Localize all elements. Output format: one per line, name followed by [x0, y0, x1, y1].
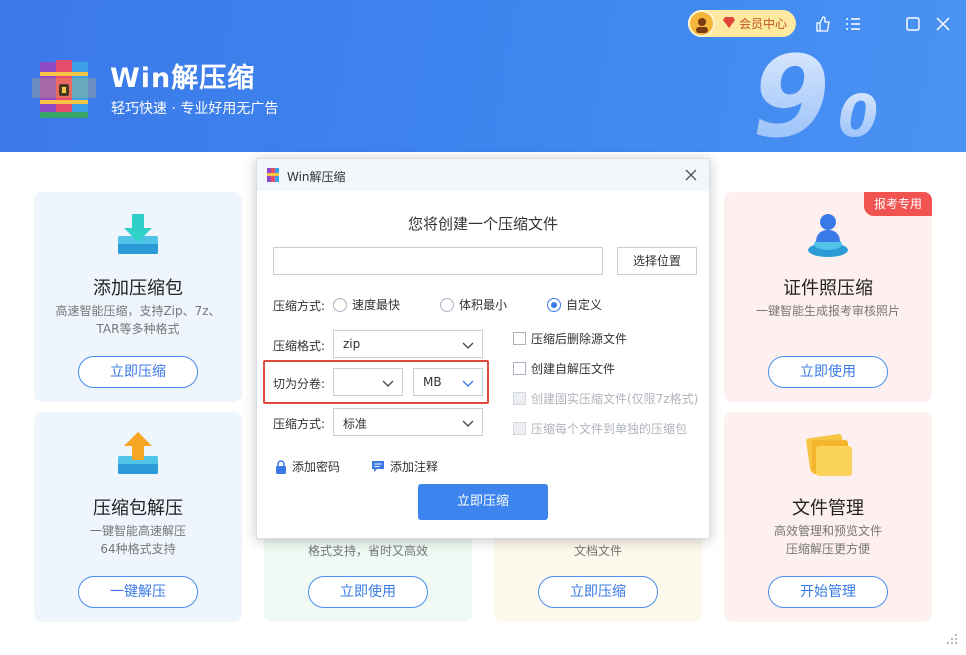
radio-dot	[333, 297, 347, 312]
checkbox-label: 创建固实压缩文件(仅限7z格式)	[531, 392, 699, 406]
compress-now-button[interactable]: 立即压缩	[78, 356, 198, 388]
card-title: 压缩包解压	[93, 498, 183, 519]
choose-location-button[interactable]: 选择位置	[617, 247, 697, 275]
comment-icon	[372, 461, 384, 472]
dialog-titlebar[interactable]: Win解压缩	[257, 159, 709, 191]
avatar	[688, 10, 715, 37]
card-add-archive: 添加压缩包 高速智能压缩，支持Zip、7z、TAR等多种格式 立即压缩	[34, 192, 242, 402]
self-extract-checkbox[interactable]: 创建自解压文件	[513, 360, 615, 377]
split-label: 切为分卷:	[273, 377, 326, 391]
app-name: Win解压缩	[110, 63, 256, 94]
close-icon[interactable]	[933, 14, 953, 34]
card-extract: 压缩包解压 一键智能高速解压 64种格式支持 一键解压	[34, 412, 242, 622]
dialog-title: Win解压缩	[287, 170, 346, 184]
exam-badge: 报考专用	[864, 192, 932, 216]
radio-smallest[interactable]: 体积最小	[440, 296, 507, 313]
card-desc: 高效管理和预览文件 压缩解压更方便	[773, 524, 882, 556]
add-comment-label: 添加注释	[390, 460, 439, 474]
vip-center-button[interactable]: 会员中心	[688, 10, 796, 37]
add-archive-icon	[118, 214, 158, 254]
extract-icon	[118, 432, 158, 474]
radio-dot-selected	[547, 297, 561, 312]
maximize-icon[interactable]	[903, 14, 923, 34]
level-select[interactable]: 标准	[333, 408, 483, 436]
diamond-icon	[723, 16, 735, 31]
compress-mode-label: 压缩方式:	[273, 299, 326, 313]
split-size-select[interactable]	[333, 368, 403, 396]
close-icon[interactable]	[681, 165, 701, 185]
thumbs-up-icon[interactable]	[813, 14, 833, 34]
card-title: 证件照压缩	[783, 278, 873, 299]
app-logo-icon	[32, 60, 96, 118]
card-desc: 格式支持，省时又高效	[307, 544, 428, 558]
checkbox-label: 压缩每个文件到单独的压缩包	[531, 422, 688, 436]
lock-icon	[276, 459, 286, 474]
card-desc: 一键智能生成报考审核照片	[755, 304, 900, 318]
resize-grip-icon[interactable]	[946, 633, 958, 645]
add-password-label: 添加密码	[292, 460, 341, 474]
chevron-down-icon	[462, 342, 474, 349]
radio-fastest[interactable]: 速度最快	[333, 296, 400, 313]
card-desc: 一键智能高速解压 64种格式支持	[89, 524, 186, 556]
level-value: 标准	[343, 417, 368, 431]
radio-label: 自定义	[566, 298, 603, 312]
extract-one-click-button[interactable]: 一键解压	[78, 576, 198, 608]
split-unit-value: MB	[423, 375, 442, 389]
separate-archive-checkbox: 压缩每个文件到单独的压缩包	[513, 420, 687, 437]
checkbox-box	[513, 422, 526, 435]
chevron-down-icon	[462, 380, 474, 387]
add-comment-link[interactable]: 添加注释	[371, 458, 438, 475]
checkbox-box	[513, 392, 526, 405]
card-title: 文件管理	[792, 498, 864, 519]
chevron-down-icon	[382, 380, 394, 387]
checkbox-label: 压缩后删除源文件	[531, 332, 628, 346]
format-value: zip	[343, 337, 361, 351]
split-unit-select[interactable]: MB	[413, 368, 483, 396]
card-desc: 高速智能压缩，支持Zip、7z、TAR等多种格式	[55, 304, 221, 336]
radio-custom[interactable]: 自定义	[547, 296, 602, 313]
id-photo-icon	[808, 214, 848, 257]
format-label: 压缩格式:	[273, 339, 326, 353]
use-now-button[interactable]: 立即使用	[768, 356, 888, 388]
radio-label: 体积最小	[459, 298, 508, 312]
card-id-photo: 报考专用 证件照压缩 一键智能生成报考审核照片 立即使用	[724, 192, 932, 402]
radio-dot	[440, 297, 454, 312]
level-label: 压缩方式:	[273, 417, 326, 431]
card-desc: 文档文件	[573, 544, 622, 558]
solid-archive-checkbox: 创建固实压缩文件(仅限7z格式)	[513, 390, 698, 407]
checkbox-label: 创建自解压文件	[531, 362, 616, 376]
card-file-manage: 文件管理 高效管理和预览文件 压缩解压更方便 开始管理	[724, 412, 932, 622]
format-select[interactable]: zip	[333, 330, 483, 358]
create-archive-dialog: Win解压缩 您将创建一个压缩文件 选择位置 压缩方式: 速度最快 体积最小 自…	[256, 158, 710, 539]
add-password-link[interactable]: 添加密码	[275, 458, 340, 475]
version-minor: 0	[838, 82, 878, 146]
create-archive-button[interactable]: 立即压缩	[418, 484, 548, 520]
folder-icon	[806, 434, 852, 476]
app-header: 9 0 Win解压缩 轻巧快速 · 专业好用无广告 会员中心	[0, 0, 966, 152]
chevron-down-icon	[462, 420, 474, 427]
vip-center-label: 会员中心	[739, 17, 788, 31]
menu-icon[interactable]	[843, 14, 863, 34]
compress-now-button-2[interactable]: 立即压缩	[538, 576, 658, 608]
delete-source-checkbox[interactable]: 压缩后删除源文件	[513, 330, 627, 347]
save-path-input[interactable]	[273, 247, 603, 275]
app-slogan: 轻巧快速 · 专业好用无广告	[111, 101, 279, 117]
use-now-button[interactable]: 立即使用	[308, 576, 428, 608]
card-title: 添加压缩包	[93, 278, 183, 299]
checkbox-box	[513, 332, 526, 345]
version-watermark: 9 0	[752, 36, 878, 146]
dialog-heading: 您将创建一个压缩文件	[407, 215, 558, 233]
version-major: 9	[752, 36, 830, 146]
start-manage-button[interactable]: 开始管理	[768, 576, 888, 608]
app-logo-icon	[267, 168, 279, 182]
checkbox-box	[513, 362, 526, 375]
radio-label: 速度最快	[352, 298, 401, 312]
